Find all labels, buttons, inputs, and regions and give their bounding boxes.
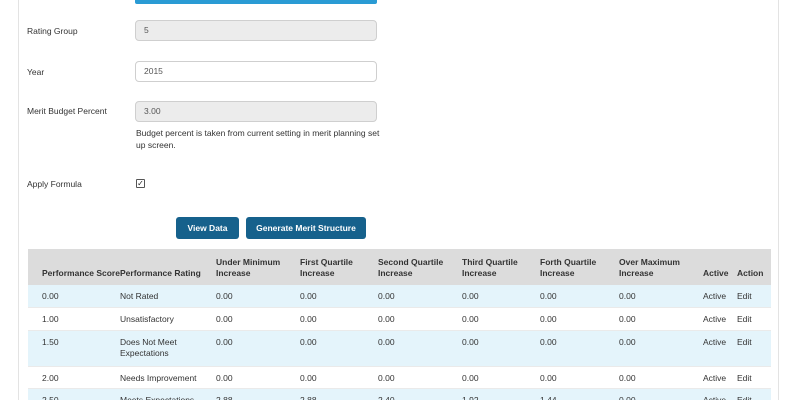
cell-over-max: 0.00 — [619, 307, 703, 330]
edit-link[interactable]: Edit — [737, 330, 771, 366]
cell-over-max: 0.00 — [619, 388, 703, 400]
cell-under-min: 0.00 — [216, 330, 300, 366]
column-header: Under Minimum Increase — [216, 249, 300, 285]
edit-link[interactable]: Edit — [737, 285, 771, 307]
cell-under-min: 0.00 — [216, 366, 300, 388]
edit-link[interactable]: Edit — [737, 307, 771, 330]
cell-second-quartile: 0.00 — [378, 366, 462, 388]
cell-third-quartile: 0.00 — [462, 366, 540, 388]
view-data-button[interactable]: View Data — [176, 217, 239, 239]
table-row: 2.00 Needs Improvement 0.00 0.00 0.00 0.… — [28, 366, 771, 388]
cell-over-max: 0.00 — [619, 366, 703, 388]
cell-active: Active — [703, 285, 737, 307]
column-header: Action — [737, 249, 771, 285]
cell-score: 2.50 — [28, 388, 120, 400]
cell-forth-quartile: 1.44 — [540, 388, 619, 400]
column-header: Performance Score — [28, 249, 120, 285]
column-header: First Quartile Increase — [300, 249, 378, 285]
cell-rating: Does Not Meet Expectations — [120, 330, 216, 366]
column-header: Forth Quartile Increase — [540, 249, 619, 285]
column-header: Over Maximum Increase — [619, 249, 703, 285]
cell-forth-quartile: 0.00 — [540, 330, 619, 366]
cell-third-quartile: 0.00 — [462, 307, 540, 330]
cell-second-quartile: 0.00 — [378, 330, 462, 366]
cell-under-min: 2.88 — [216, 388, 300, 400]
cell-score: 1.00 — [28, 307, 120, 330]
cell-third-quartile: 1.92 — [462, 388, 540, 400]
apply-formula-label: Apply Formula — [27, 179, 82, 189]
cell-over-max: 0.00 — [619, 285, 703, 307]
cell-rating: Unsatisfactory — [120, 307, 216, 330]
cell-score: 2.00 — [28, 366, 120, 388]
cell-forth-quartile: 0.00 — [540, 285, 619, 307]
rating-group-field: 5 — [135, 20, 377, 41]
cell-forth-quartile: 0.00 — [540, 366, 619, 388]
edit-link[interactable]: Edit — [737, 388, 771, 400]
cell-active: Active — [703, 388, 737, 400]
cell-first-quartile: 0.00 — [300, 285, 378, 307]
cell-first-quartile: 0.00 — [300, 330, 378, 366]
top-accent-bar — [135, 0, 377, 4]
cell-score: 1.50 — [28, 330, 120, 366]
cell-forth-quartile: 0.00 — [540, 307, 619, 330]
cell-rating: Meets Expectations - — [120, 388, 216, 400]
apply-formula-checkbox[interactable]: ✓ — [136, 179, 145, 188]
year-label: Year — [27, 67, 45, 77]
cell-second-quartile: 0.00 — [378, 285, 462, 307]
table-row: 1.50 Does Not Meet Expectations 0.00 0.0… — [28, 330, 771, 366]
cell-active: Active — [703, 330, 737, 366]
cell-rating: Needs Improvement — [120, 366, 216, 388]
cell-first-quartile: 0.00 — [300, 366, 378, 388]
year-field[interactable]: 2015 — [135, 61, 377, 82]
column-header: Performance Rating — [120, 249, 216, 285]
cell-over-max: 0.00 — [619, 330, 703, 366]
merit-structure-table: Performance Score Performance Rating Und… — [28, 249, 771, 400]
column-header: Third Quartile Increase — [462, 249, 540, 285]
cell-third-quartile: 0.00 — [462, 330, 540, 366]
merit-budget-label: Merit Budget Percent — [27, 106, 107, 116]
cell-rating: Not Rated — [120, 285, 216, 307]
merit-budget-field: 3.00 — [135, 101, 377, 122]
generate-merit-structure-button[interactable]: Generate Merit Structure — [246, 217, 366, 239]
cell-score: 0.00 — [28, 285, 120, 307]
cell-under-min: 0.00 — [216, 285, 300, 307]
cell-active: Active — [703, 366, 737, 388]
cell-third-quartile: 0.00 — [462, 285, 540, 307]
edit-link[interactable]: Edit — [737, 366, 771, 388]
table-row: 2.50 Meets Expectations - 2.88 2.88 2.40… — [28, 388, 771, 400]
budget-help-text: Budget percent is taken from current set… — [136, 128, 380, 150]
rating-group-label: Rating Group — [27, 26, 78, 36]
cell-under-min: 0.00 — [216, 307, 300, 330]
table-row: 0.00 Not Rated 0.00 0.00 0.00 0.00 0.00 … — [28, 285, 771, 307]
column-header: Second Quartile Increase — [378, 249, 462, 285]
cell-second-quartile: 0.00 — [378, 307, 462, 330]
cell-first-quartile: 0.00 — [300, 307, 378, 330]
table-row: 1.00 Unsatisfactory 0.00 0.00 0.00 0.00 … — [28, 307, 771, 330]
column-header: Active — [703, 249, 737, 285]
cell-active: Active — [703, 307, 737, 330]
cell-second-quartile: 2.40 — [378, 388, 462, 400]
table-header-row: Performance Score Performance Rating Und… — [28, 249, 771, 285]
cell-first-quartile: 2.88 — [300, 388, 378, 400]
